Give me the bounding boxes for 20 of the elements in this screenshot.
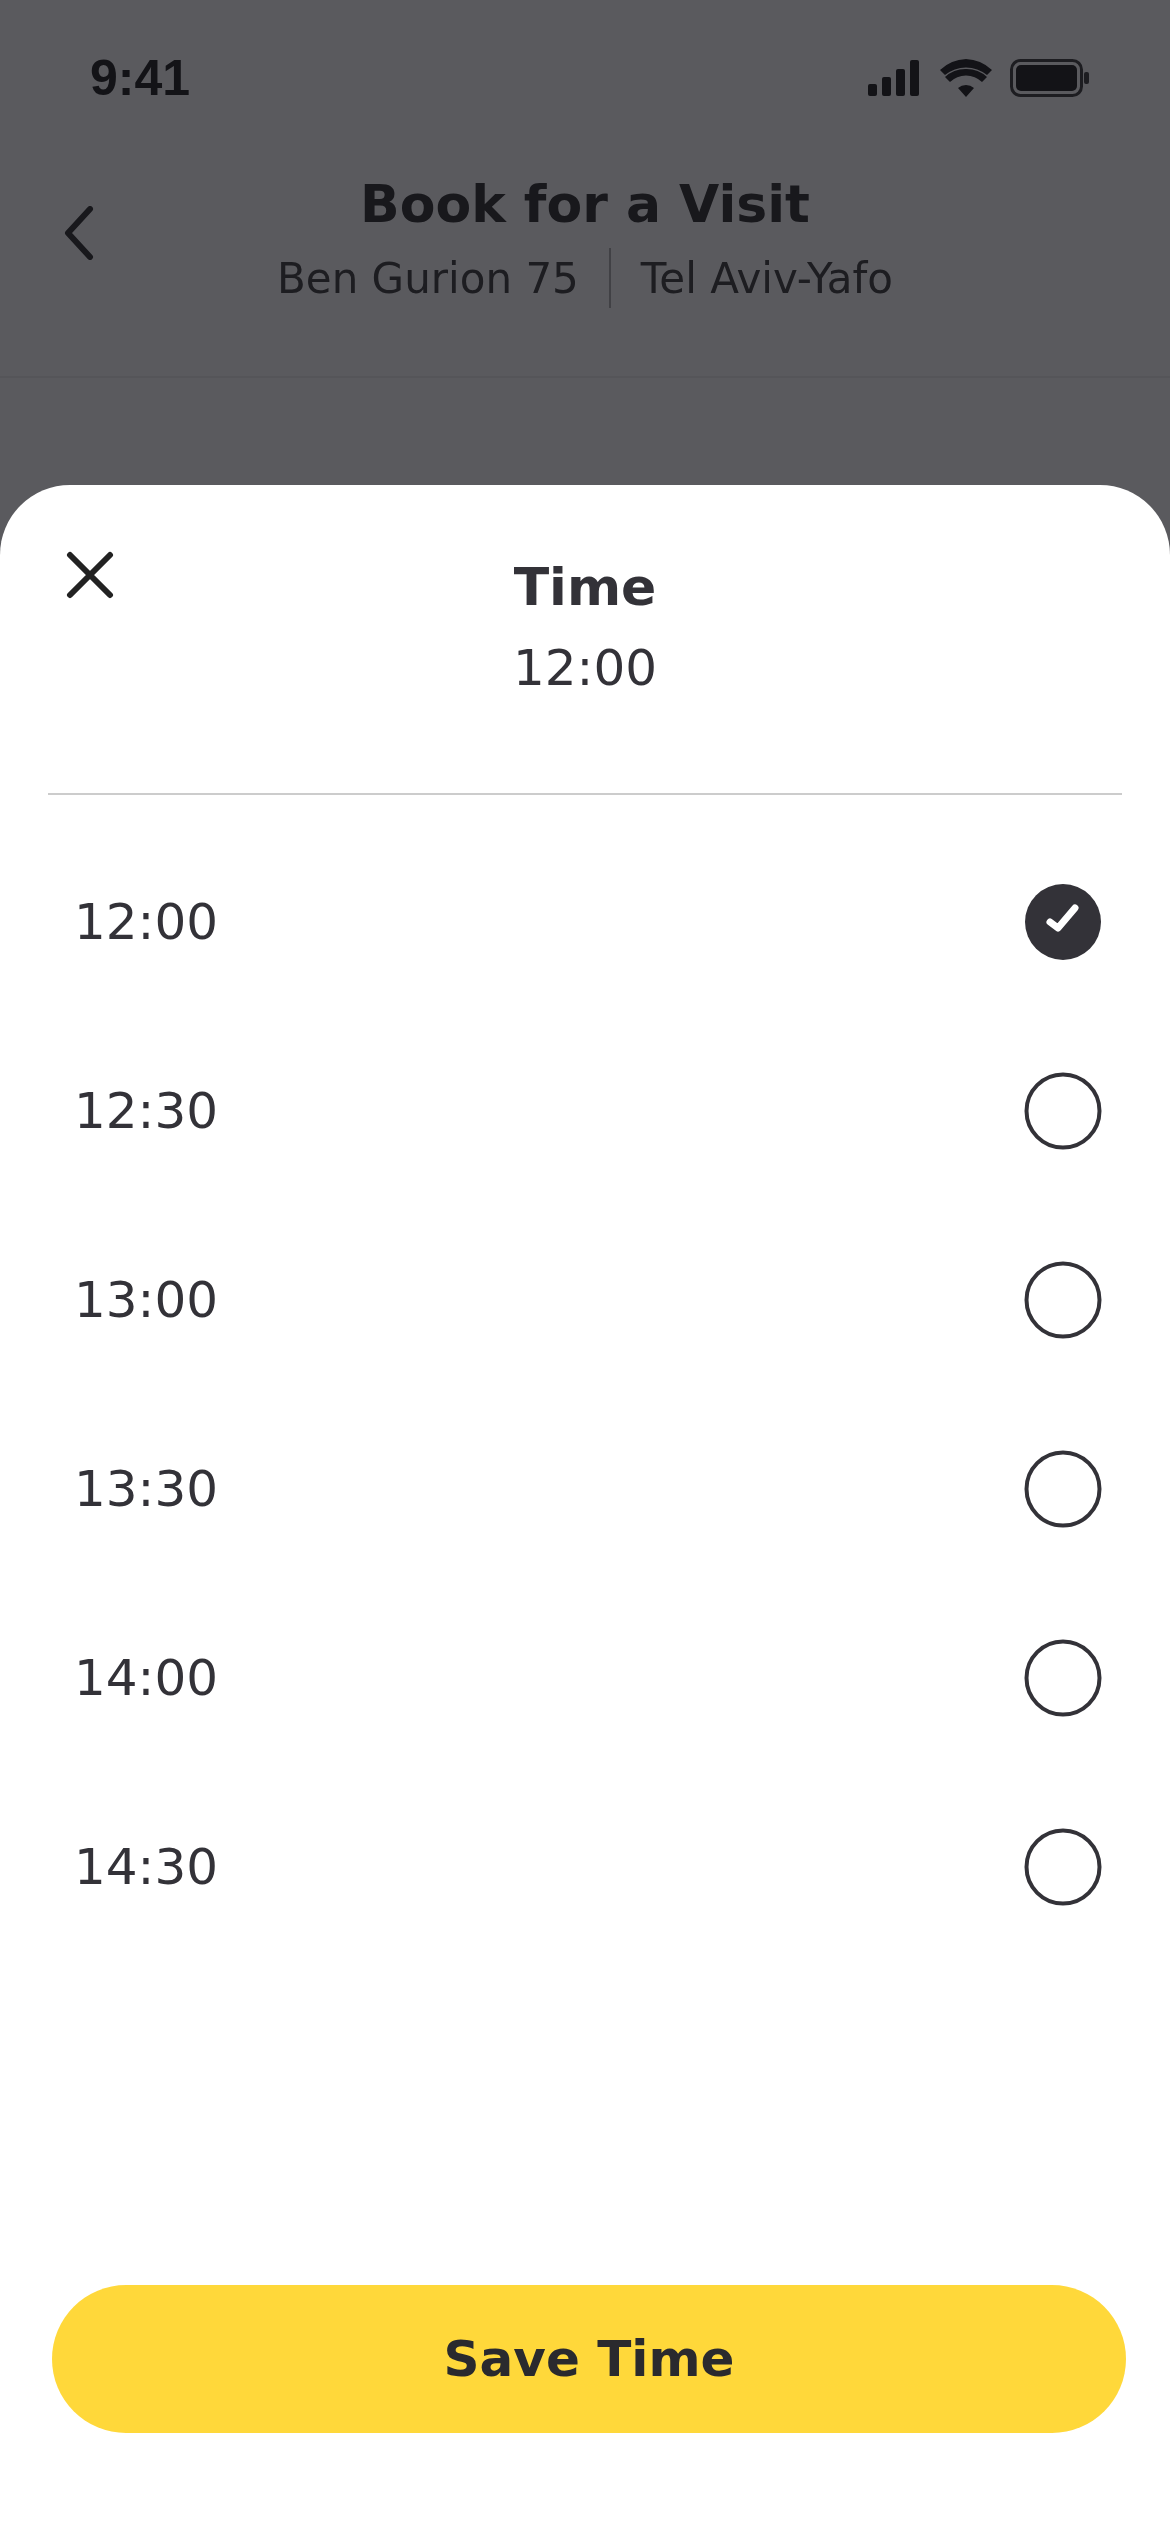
time-option[interactable]: 14:00	[48, 1583, 1122, 1772]
address-text: Ben Gurion 75	[277, 253, 579, 303]
time-option[interactable]: 13:30	[48, 1394, 1122, 1583]
radio-checked-icon[interactable]	[1024, 882, 1102, 961]
radio-icon[interactable]	[1024, 1449, 1102, 1528]
radio-icon[interactable]	[1024, 1071, 1102, 1150]
city-text: Tel Aviv-Yafo	[640, 253, 893, 303]
time-option[interactable]: 12:00	[48, 827, 1122, 1016]
sheet-title: Time	[513, 557, 657, 617]
radio-icon[interactable]	[1024, 1260, 1102, 1339]
selected-time: 12:00	[512, 639, 658, 697]
radio-icon[interactable]	[1024, 1827, 1102, 1906]
radio-icon[interactable]	[1024, 1638, 1102, 1717]
time-option[interactable]: 13:00	[48, 1205, 1122, 1394]
page-title: Book for a Visit	[360, 174, 810, 234]
close-icon[interactable]	[66, 551, 114, 599]
status-time: 9:41	[90, 49, 191, 107]
time-option[interactable]: 12:30	[48, 1016, 1122, 1205]
time-option[interactable]: 14:30	[48, 1772, 1122, 1961]
save-button[interactable]: Save Time	[52, 2285, 1126, 2433]
